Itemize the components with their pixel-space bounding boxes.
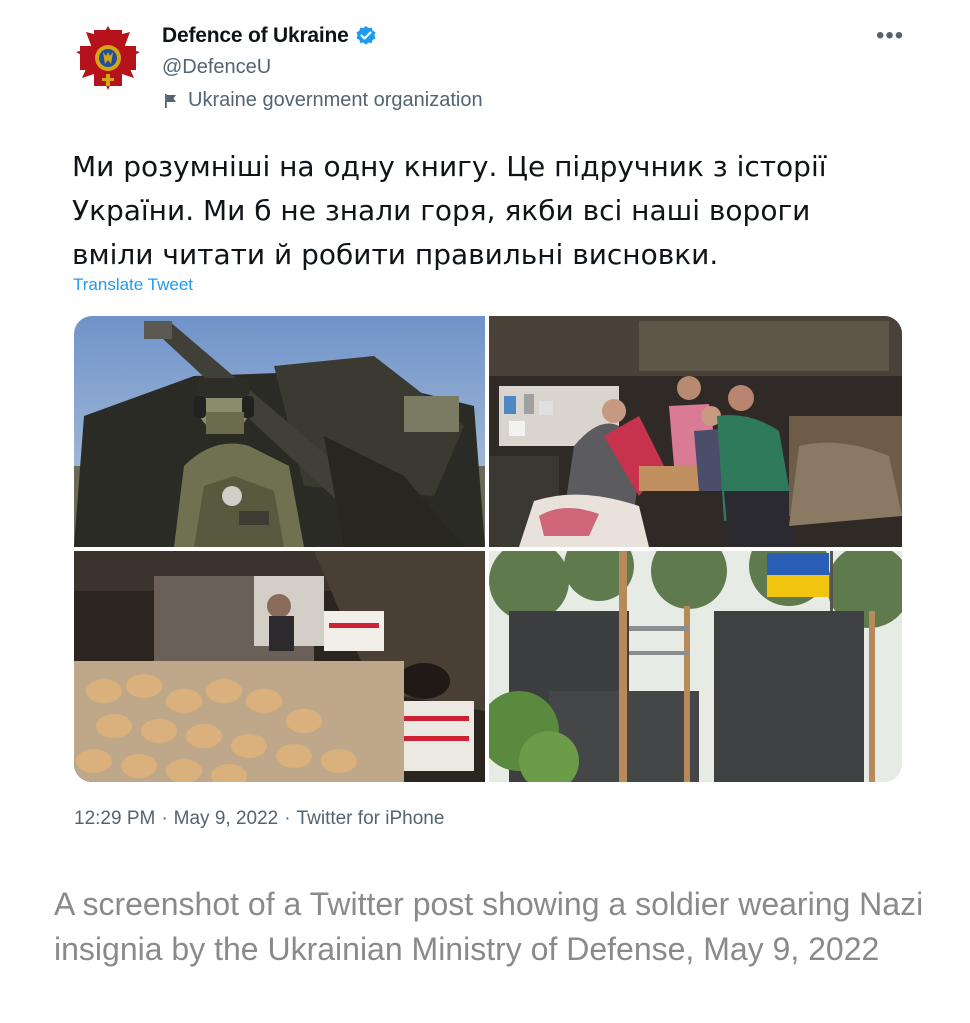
org-label: Ukraine government organization [188,89,483,111]
photo-flag-structure[interactable] [489,551,902,782]
image-caption: A screenshot of a Twitter post showing a… [54,886,924,967]
tweet-source[interactable]: Twitter for iPhone [297,808,445,830]
photo-family-shelter[interactable] [489,316,902,547]
ministry-emblem-icon [76,26,140,90]
verified-badge-icon [355,25,377,47]
author-name[interactable]: Defence of Ukraine [162,24,349,48]
translate-tweet-link[interactable]: Translate Tweet [73,275,193,295]
tweet-card: Defence of Ukraine @DefenceU Ukraine gov… [0,0,970,860]
photo-bread-van[interactable] [74,551,485,782]
tweet-time[interactable]: 12:29 PM [74,808,155,830]
tweet-meta: 12:29 PM · May 9, 2022 · Twitter for iPh… [74,808,444,830]
tweet-date[interactable]: May 9, 2022 [174,808,279,830]
author-row: Defence of Ukraine [162,24,377,48]
avatar[interactable] [72,22,144,94]
more-icon[interactable]: ••• [876,22,904,50]
media-grid [74,316,902,782]
photo-soldier-artillery[interactable] [74,316,485,547]
org-label-row: Ukraine government organization [162,89,483,112]
meta-separator: · [161,808,168,829]
meta-separator: · [284,808,291,829]
author-handle[interactable]: @DefenceU [162,56,271,79]
tweet-text: Ми розумніші на одну книгу. Це підручник… [72,150,827,271]
flag-icon [162,92,180,110]
